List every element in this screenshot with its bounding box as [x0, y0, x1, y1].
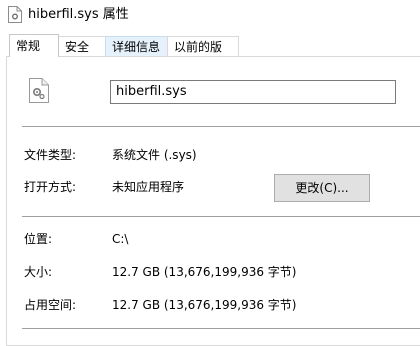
location-label: 位置: — [24, 232, 53, 246]
size-on-disk-label: 占用空间: — [24, 298, 77, 312]
open-with-label: 打开方式: — [24, 180, 77, 194]
file-type-value: 系统文件 (.sys) — [112, 148, 197, 162]
separator — [22, 126, 420, 127]
tab-strip: 常规 安全 详细信息 以前的版本 — [0, 34, 420, 74]
file-name-input[interactable]: hiberfil.sys — [110, 80, 396, 104]
location-value: C:\ — [112, 232, 129, 246]
separator — [22, 216, 420, 217]
file-gear-icon — [8, 6, 22, 23]
title-bar: hiberfil.sys 属性 — [0, 0, 420, 32]
open-with-value: 未知应用程序 — [112, 180, 185, 194]
separator — [22, 328, 420, 329]
window-title: hiberfil.sys 属性 — [28, 7, 129, 22]
tab-general[interactable]: 常规 — [9, 34, 59, 57]
system-file-icon — [29, 78, 49, 103]
tab-previous-versions[interactable]: 以前的版本 — [167, 36, 239, 74]
size-on-disk-value: 12.7 GB (13,676,199,936 字节) — [112, 298, 297, 312]
size-value: 12.7 GB (13,676,199,936 字节) — [112, 265, 297, 279]
size-label: 大小: — [24, 265, 53, 279]
change-button[interactable]: 更改(C)... — [274, 174, 370, 202]
tab-details[interactable]: 详细信息 — [105, 36, 168, 56]
file-type-label: 文件类型: — [24, 148, 77, 162]
tab-security[interactable]: 安全 — [58, 36, 106, 56]
